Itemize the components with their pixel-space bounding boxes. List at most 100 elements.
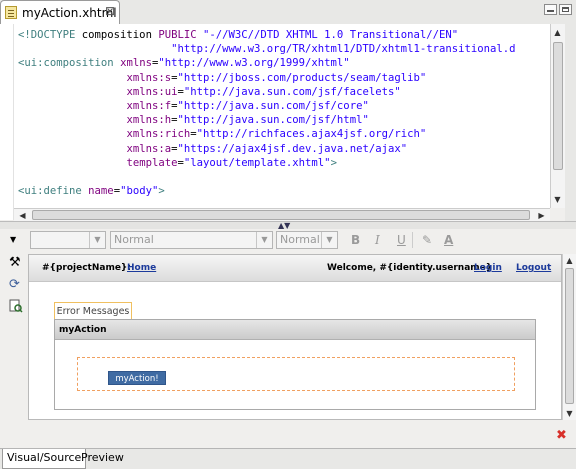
panel-title: myAction xyxy=(55,320,535,340)
close-icon[interactable]: ✖ xyxy=(556,428,567,443)
action-form[interactable]: myAction! xyxy=(77,357,515,391)
code-token: xmlns:ui xyxy=(126,85,178,98)
code-line[interactable]: template="layout/template.xhtml"> xyxy=(18,156,516,170)
size-combo-value: Normal xyxy=(280,233,320,246)
editor-tab[interactable]: myAction.xhtml ⊠ xyxy=(0,0,120,24)
code-line[interactable]: xmlns:ui="http://java.sun.com/jsf/facele… xyxy=(18,85,516,99)
source-code[interactable]: <!DOCTYPE composition PUBLIC "-//W3C//DT… xyxy=(18,28,516,208)
home-link[interactable]: Home xyxy=(127,263,156,273)
size-combo[interactable]: Normal ▼ xyxy=(276,231,338,249)
code-token: PUBLIC xyxy=(158,29,197,41)
scroll-up-icon[interactable]: ▲ xyxy=(551,26,564,39)
page-header: #{projectName}: Home Welcome, #{identity… xyxy=(29,255,561,282)
code-line[interactable]: <!DOCTYPE composition PUBLIC "-//W3C//DT… xyxy=(18,28,516,42)
preview-page-icon[interactable] xyxy=(9,299,23,313)
code-token: "https://ajax4jsf.dev.java.net/ajax" xyxy=(177,142,408,155)
code-token: xmlns:h xyxy=(126,114,172,127)
code-token: template xyxy=(126,156,178,169)
code-line[interactable]: <ui:composition xmlns="http://www.w3.org… xyxy=(18,56,516,70)
code-token: "-//W3C//DTD XHTML 1.0 Transitional//EN" xyxy=(203,29,459,41)
code-token: xmlns:f xyxy=(126,99,172,112)
login-link[interactable]: Login xyxy=(474,263,502,273)
welcome-text: Welcome, #{identity.username} xyxy=(327,263,493,273)
refresh-icon[interactable]: ⟳ xyxy=(9,277,23,292)
code-token: "http://java.sun.com/jsf/html" xyxy=(177,114,369,127)
code-token: "http://java.sun.com/jsf/facelets" xyxy=(183,85,401,98)
font-combo-value: Normal xyxy=(114,233,154,246)
code-token: "http://www.w3.org/1999/xhtml" xyxy=(158,57,350,70)
scroll-up-icon[interactable]: ▲ xyxy=(563,254,576,267)
action-panel[interactable]: myAction myAction! xyxy=(54,319,536,410)
tools-icon[interactable]: ⚒ xyxy=(9,255,23,270)
code-token: composition xyxy=(75,29,159,41)
visual-canvas[interactable]: #{projectName}: Home Welcome, #{identity… xyxy=(28,254,562,420)
scroll-thumb[interactable] xyxy=(553,42,563,170)
source-vertical-scrollbar[interactable]: ▲ ▼ xyxy=(550,24,565,208)
minimize-button[interactable] xyxy=(544,4,557,15)
code-line[interactable]: xmlns:s="http://jboss.com/products/seam/… xyxy=(18,71,516,85)
code-token: > xyxy=(158,185,165,198)
project-name: #{projectName}: xyxy=(42,263,131,273)
xhtml-file-icon xyxy=(5,6,17,19)
style-combo[interactable]: ▼ xyxy=(30,231,106,249)
code-line[interactable]: "http://www.w3.org/TR/xhtml1/DTD/xhtml1-… xyxy=(18,42,516,56)
code-line[interactable]: <ui:define name="body"> xyxy=(18,184,516,198)
code-token: > xyxy=(330,156,337,169)
code-token: "http://jboss.com/products/seam/taglib" xyxy=(177,71,427,84)
code-line[interactable]: xmlns:a="https://ajax4jsf.dev.java.net/a… xyxy=(18,142,516,156)
font-color-icon[interactable]: A xyxy=(444,233,453,247)
maximize-button[interactable] xyxy=(559,4,572,15)
code-line[interactable]: xmlns:rich="http://richfaces.ajax4jsf.or… xyxy=(18,127,516,141)
editor-gutter xyxy=(0,24,14,220)
chevron-down-icon[interactable]: ▼ xyxy=(321,232,337,248)
logout-link[interactable]: Logout xyxy=(516,263,551,273)
chevron-down-icon[interactable]: ▼ xyxy=(89,232,105,248)
side-tools: ⚒ ⟳ xyxy=(0,233,28,433)
underline-button[interactable]: U xyxy=(397,233,406,247)
my-action-button[interactable]: myAction! xyxy=(108,371,166,385)
scroll-thumb[interactable] xyxy=(32,210,530,220)
code-line[interactable] xyxy=(18,198,516,208)
editor-tab-title: myAction.xhtml xyxy=(22,6,117,20)
bold-button[interactable]: B xyxy=(351,233,360,247)
code-token: xmlns:rich xyxy=(126,128,191,141)
font-combo[interactable]: Normal ▼ xyxy=(110,231,273,249)
chevron-down-icon[interactable]: ▼ xyxy=(256,232,272,248)
italic-button[interactable]: I xyxy=(375,233,380,247)
scroll-down-icon[interactable]: ▼ xyxy=(551,193,564,206)
close-tab-icon[interactable]: ⊠ xyxy=(105,4,115,18)
code-line[interactable]: xmlns:h="http://java.sun.com/jsf/html" xyxy=(18,113,516,127)
visual-vertical-scrollbar[interactable]: ▲ ▼ xyxy=(562,254,576,420)
window-controls xyxy=(542,4,572,18)
highlight-color-icon[interactable]: ✎ xyxy=(422,233,432,247)
code-token: name xyxy=(88,185,114,198)
pane-splitter[interactable]: ▲▼ xyxy=(0,221,576,230)
source-editor[interactable]: <!DOCTYPE composition PUBLIC "-//W3C//DT… xyxy=(14,24,550,208)
visual-toolbar: ▼ ▼ Normal ▼ Normal ▼ B I U ✎ A xyxy=(0,229,576,251)
source-horizontal-scrollbar[interactable]: ◀ ▶ xyxy=(14,208,550,221)
scroll-down-icon[interactable]: ▼ xyxy=(563,407,576,420)
code-token: "http://java.sun.com/jsf/core" xyxy=(177,99,369,112)
tab-preview[interactable]: Preview xyxy=(77,449,128,469)
code-token: "http://www.w3.org/TR/xhtml1/DTD/xhtml1-… xyxy=(171,43,516,56)
code-line[interactable] xyxy=(18,170,516,184)
code-token: "http://richfaces.ajax4jsf.org/rich" xyxy=(196,128,427,141)
code-line[interactable]: xmlns:f="http://java.sun.com/jsf/core" xyxy=(18,99,516,113)
scroll-thumb[interactable] xyxy=(565,268,574,404)
code-token: <!DOCTYPE xyxy=(18,29,76,41)
toolbar-separator xyxy=(412,232,413,248)
code-token: <ui:composition xyxy=(18,57,114,70)
editor-right-margin xyxy=(565,24,576,221)
code-token: <ui:define xyxy=(18,185,82,198)
code-token: xmlns xyxy=(120,57,152,70)
code-token: "layout/template.xhtml" xyxy=(183,156,331,169)
editor-mode-tabs: Visual/Source Preview xyxy=(0,448,576,469)
tab-visual-source[interactable]: Visual/Source xyxy=(2,449,87,469)
code-token: xmlns:a xyxy=(126,142,172,155)
